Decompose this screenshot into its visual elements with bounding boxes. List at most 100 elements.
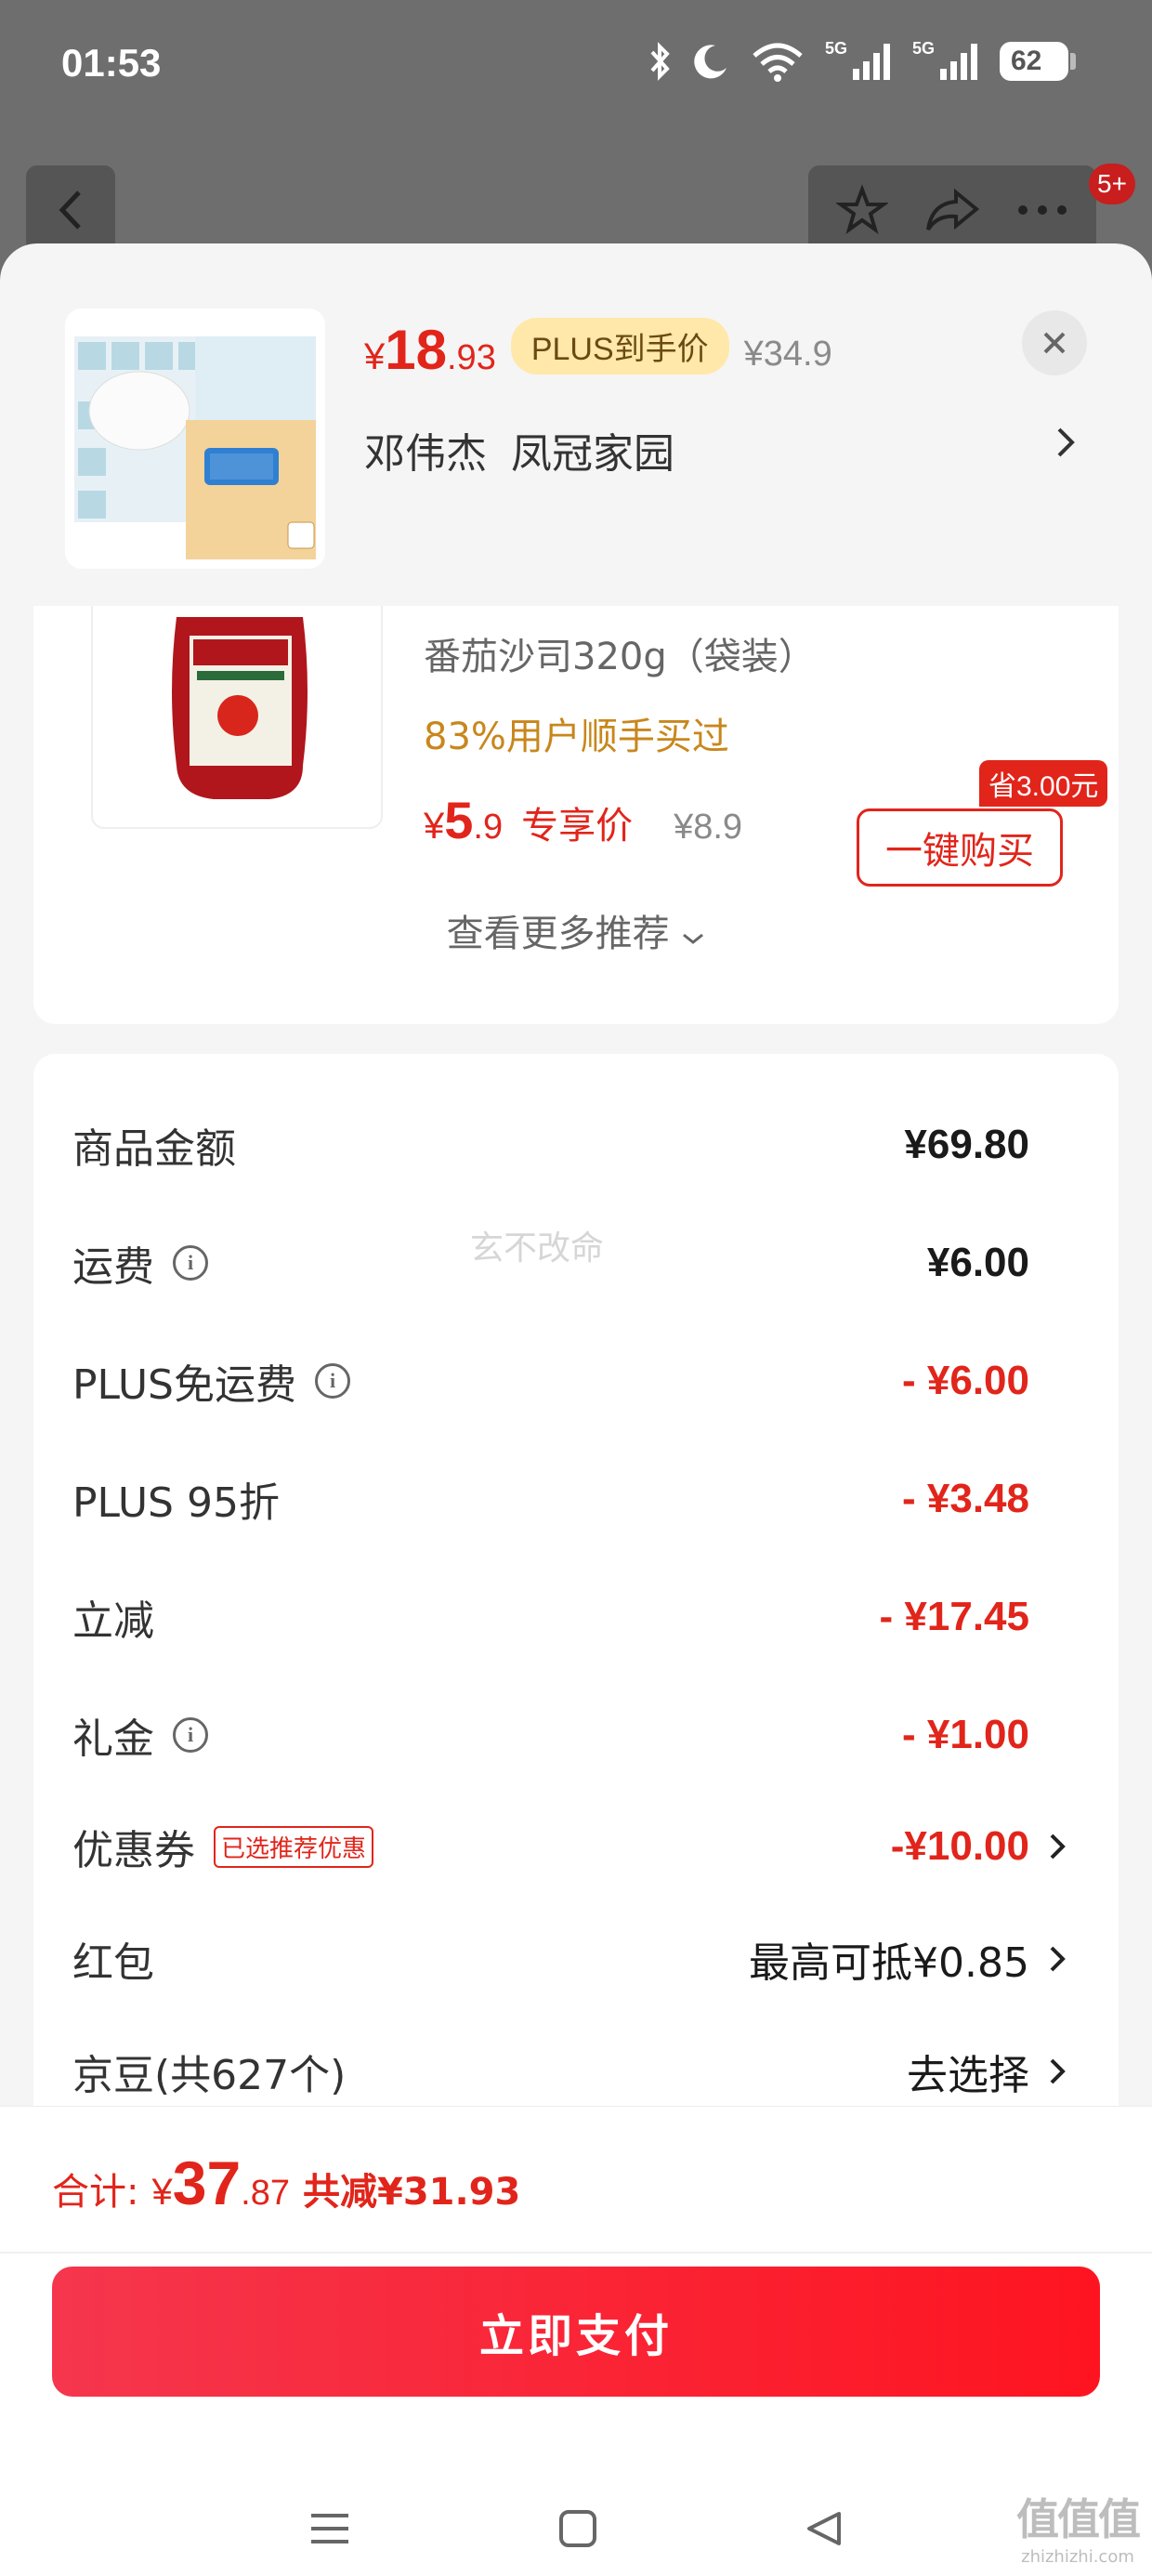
summary-label: 商品金额	[72, 1125, 236, 1173]
recommendation-card: 番茄沙司320g（袋装） 83%用户顺手买过 ¥5.9 专享价 ¥8.9 一键购…	[33, 606, 1119, 1024]
see-more-label: 查看更多推荐	[446, 913, 670, 955]
total-label: 合计:	[52, 2171, 139, 2214]
chevron-right-icon[interactable]	[1055, 426, 1076, 459]
signal-icon	[852, 44, 890, 80]
summary-value: ¥6.00	[926, 1240, 1029, 1285]
recommendation-bought-rate: 83%用户顺手买过	[424, 716, 729, 758]
recommendation-thumbnail	[91, 606, 383, 829]
summary-label: 红包	[72, 1939, 154, 1987]
summary-value: - ¥1.00	[902, 1712, 1029, 1757]
network-type-2: 5G	[911, 38, 935, 58]
summary-value: 去选择	[907, 2052, 1029, 2099]
exclusive-price-label: 专享价	[521, 805, 634, 848]
summary-value: -¥10.00	[890, 1823, 1029, 1869]
summary-label: 立减	[72, 1597, 154, 1645]
signal-icon-2	[940, 44, 977, 80]
summary-label: 优惠券	[72, 1827, 195, 1874]
chevron-down-icon	[683, 933, 704, 944]
price-currency: ¥	[364, 336, 386, 377]
summary-row-instant-discount: 立减 - ¥17.45	[72, 1580, 1067, 1654]
total-currency: ¥	[151, 2172, 173, 2213]
info-icon[interactable]: i	[315, 1363, 350, 1399]
original-price: ¥34.9	[743, 335, 832, 374]
recommendation-price: ¥5.9	[424, 790, 503, 850]
summary-row-goods: 商品金额 ¥69.80	[72, 1108, 1067, 1182]
wifi-icon	[753, 43, 803, 82]
menu-icon[interactable]	[308, 2510, 352, 2547]
ketchup-bottle-image	[172, 617, 308, 799]
message-badge: 5+	[1089, 164, 1135, 204]
summary-label: PLUS免运费	[72, 1361, 296, 1409]
chevron-right-icon	[1050, 2058, 1066, 2084]
site-watermark-domain: zhizhizhi.com	[1021, 2547, 1134, 2567]
summary-row-jingdou[interactable]: 京豆(共627个) 去选择	[72, 2034, 1067, 2109]
watermark: 玄不改命	[470, 1229, 605, 1268]
summary-label: 京豆(共627个)	[72, 2052, 347, 2099]
summary-label: 礼金	[72, 1715, 154, 1763]
summary-row-gift-cash: 礼金 i - ¥1.00	[72, 1698, 1067, 1772]
product-price: ¥18.93	[364, 318, 496, 382]
chevron-right-icon	[1050, 1833, 1066, 1860]
close-button[interactable]	[1022, 310, 1087, 375]
total-row: 合计: ¥ 37 .87 共减¥31.93	[52, 2148, 520, 2218]
summary-label-wrap: 运费 i	[72, 1233, 208, 1293]
summary-value: - ¥6.00	[902, 1358, 1029, 1403]
summary-label-wrap: 礼金 i	[72, 1705, 208, 1765]
total-saved: 共减¥31.93	[302, 2171, 521, 2214]
summary-label-wrap: 优惠券 已选推荐优惠	[72, 1817, 374, 1876]
summary-label-wrap: PLUS免运费 i	[72, 1351, 350, 1411]
chevron-left-icon	[59, 191, 81, 230]
moon-icon	[694, 45, 727, 79]
bluetooth-icon	[650, 42, 670, 81]
chevron-right-icon	[1050, 1946, 1066, 1972]
product-price-row: ¥18.93 PLUS到手价 ¥34.9	[364, 318, 832, 384]
site-watermark: 值值值 zhizhizhi.com	[1016, 2486, 1141, 2567]
status-bar: 01:53 5G 5G 62	[0, 0, 1152, 139]
summary-label: 运费	[72, 1243, 154, 1291]
network-type-1: 5G	[824, 38, 847, 58]
home-icon[interactable]	[557, 2508, 598, 2549]
summary-row-red-packet[interactable]: 红包 最高可抵¥0.85	[72, 1922, 1067, 1996]
status-time: 01:53	[61, 41, 162, 85]
info-icon[interactable]: i	[173, 1245, 208, 1281]
rec-price-integer: 5	[444, 791, 474, 849]
summary-value: 最高可抵¥0.85	[749, 1939, 1029, 1987]
header-actions	[808, 165, 1096, 255]
share-icon[interactable]	[924, 187, 980, 233]
delivery-address[interactable]: 邓伟杰 凤冠家园	[364, 420, 674, 480]
one-click-buy-button[interactable]: 一键购买	[857, 808, 1063, 887]
see-more-recommendations[interactable]: 查看更多推荐	[33, 903, 1119, 957]
rec-price-decimal: .9	[473, 808, 504, 847]
price-decimal: .93	[447, 338, 496, 377]
recommendation-name: 番茄沙司320g（袋装）	[424, 636, 816, 678]
pay-now-button[interactable]: 立即支付	[52, 2267, 1100, 2397]
recommendation-price-row: ¥5.9 专享价 ¥8.9	[424, 790, 742, 850]
back-icon[interactable]	[804, 2508, 844, 2549]
summary-value: - ¥3.48	[902, 1476, 1029, 1521]
total-decimal: .87	[241, 2174, 290, 2213]
price-integer: 18	[385, 319, 447, 381]
close-icon	[1043, 332, 1066, 354]
info-icon[interactable]: i	[173, 1717, 208, 1753]
product-thumbnail	[65, 309, 325, 569]
summary-row-plus-free-shipping: PLUS免运费 i - ¥6.00	[72, 1344, 1067, 1418]
more-icon[interactable]	[1016, 204, 1068, 217]
system-nav-bar	[0, 2480, 1152, 2576]
battery-level: 62	[1011, 46, 1042, 76]
star-icon[interactable]	[835, 184, 888, 236]
site-watermark-logo: 值值值	[1016, 2494, 1141, 2544]
back-button[interactable]	[26, 165, 115, 255]
divider	[0, 2252, 1152, 2254]
total-integer: 37	[172, 2149, 242, 2217]
recommendation-original-price: ¥8.9	[674, 808, 743, 847]
checkout-bar: 合计: ¥ 37 .87 共减¥31.93 立即支付 值值值 zhizhizhi…	[0, 2106, 1152, 2576]
product-header: ¥18.93 PLUS到手价 ¥34.9 邓伟杰 凤冠家园	[0, 243, 1152, 606]
summary-label: PLUS 95折	[72, 1479, 280, 1527]
plus-price-tag: PLUS到手价	[510, 318, 729, 375]
summary-row-plus-discount: PLUS 95折 - ¥3.48	[72, 1462, 1067, 1536]
status-icons: 5G 5G 62	[648, 37, 1076, 85]
summary-row-coupon[interactable]: 优惠券 已选推荐优惠 -¥10.00	[72, 1809, 1067, 1884]
summary-value: - ¥17.45	[879, 1594, 1029, 1639]
coupon-recommended-tag: 已选推荐优惠	[214, 1825, 374, 1868]
save-badge: 省3.00元	[979, 760, 1108, 807]
